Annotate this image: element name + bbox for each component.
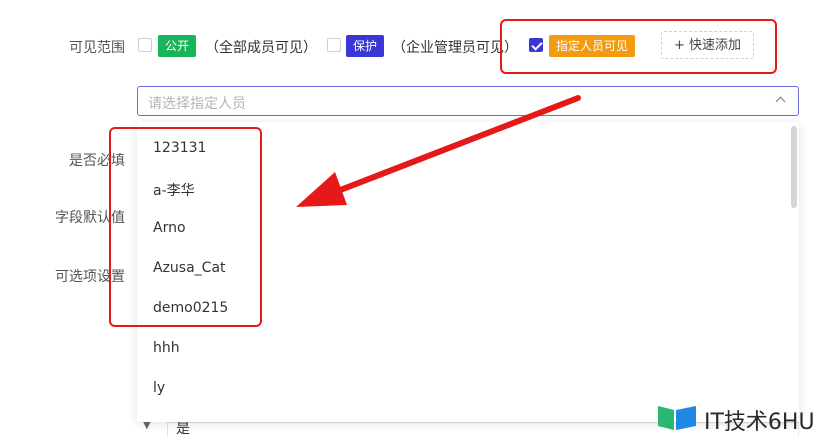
watermark-logo-icon [658,406,696,430]
annotation-arrow-icon [296,95,581,207]
watermark-text: IT技术6HU [704,410,815,435]
